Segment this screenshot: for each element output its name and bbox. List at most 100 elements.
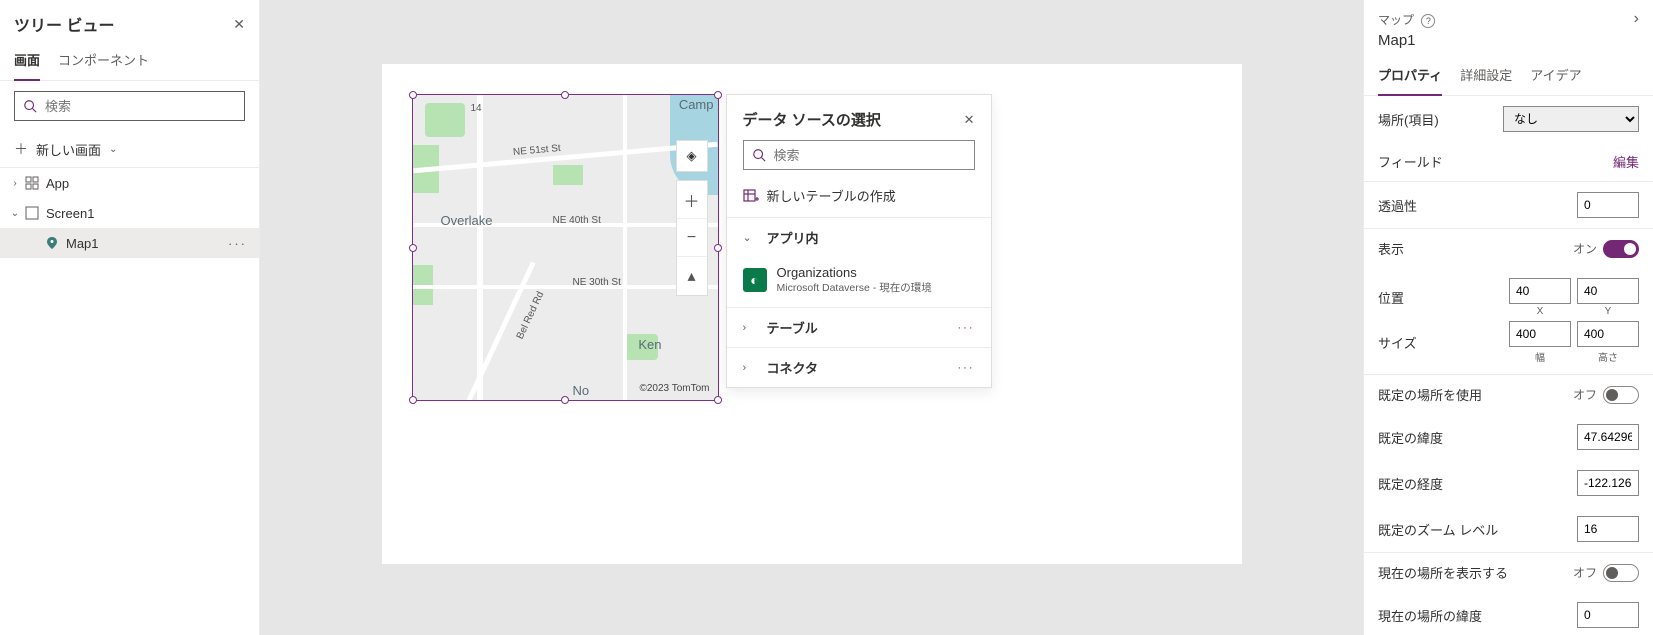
size-w-input[interactable] — [1509, 321, 1571, 347]
artboard-screen1[interactable]: Camp NE 51st St NE 40th St NE 30th St Be… — [382, 64, 1242, 564]
canvas[interactable]: Camp NE 51st St NE 40th St NE 30th St Be… — [260, 0, 1363, 635]
prop-label-default-zoom: 既定のズーム レベル — [1378, 520, 1498, 539]
prop-label-location-items: 場所(項目) — [1378, 110, 1439, 129]
close-icon[interactable]: ✕ — [233, 16, 245, 33]
map-attribution: ©2023 TomTom — [640, 383, 710, 394]
prop-label-transparency: 透過性 — [1378, 196, 1417, 215]
map-control-selected[interactable]: Camp NE 51st St NE 40th St NE 30th St Be… — [412, 94, 719, 401]
zoom-out-button[interactable]: − — [677, 219, 707, 257]
edit-fields-link[interactable]: 編集 — [1613, 152, 1639, 171]
section-tables[interactable]: › テーブル ··· — [727, 308, 991, 347]
more-icon[interactable]: ··· — [958, 362, 975, 374]
tree-node-app[interactable]: › App — [0, 168, 259, 198]
prop-label-position: 位置 — [1378, 288, 1404, 307]
prop-label-current-lat: 現在の場所の緯度 — [1378, 606, 1482, 625]
tab-advanced[interactable]: 詳細設定 — [1460, 59, 1512, 95]
prop-label-default-lng: 既定の経度 — [1378, 474, 1443, 493]
new-table-button[interactable]: 新しいテーブルの作成 — [727, 180, 991, 217]
tree-view-panel: ツリー ビュー ✕ 画面 コンポーネント ＋ 新しい画面 ⌄ › App ⌄ S… — [0, 0, 260, 635]
locate-icon[interactable]: ◈ — [676, 140, 708, 172]
section-connectors[interactable]: › コネクタ ··· — [727, 348, 991, 387]
prop-label-show-current: 現在の場所を表示する — [1378, 563, 1508, 582]
tab-screens[interactable]: 画面 — [14, 44, 40, 81]
chevron-down-icon: ⌄ — [743, 231, 757, 244]
resize-handle[interactable] — [714, 244, 722, 252]
plus-icon: ＋ — [14, 139, 28, 159]
chevron-down-icon: ⌄ — [8, 208, 22, 219]
toggle-state-text: オフ — [1573, 386, 1597, 403]
resize-handle[interactable] — [409, 396, 417, 404]
data-source-popup: データ ソースの選択 ✕ 新しいテーブルの作成 ⌄ アプリ内 ◐ — [726, 94, 992, 388]
tree-search[interactable] — [14, 91, 245, 121]
map-street-label: NE 30th St — [573, 277, 621, 288]
tree-label: Screen1 — [46, 206, 251, 221]
current-lat-input[interactable] — [1577, 602, 1639, 628]
dataverse-icon: ◐ — [743, 268, 767, 292]
tree-search-input[interactable] — [37, 99, 236, 114]
default-zoom-input[interactable] — [1577, 516, 1639, 542]
prop-label-default-lat: 既定の緯度 — [1378, 428, 1443, 447]
map-zoom-controls: ＋ − ▴ — [676, 180, 708, 296]
axis-label: Y — [1605, 306, 1612, 317]
axis-label: X — [1537, 306, 1544, 317]
resize-handle[interactable] — [714, 91, 722, 99]
item-sub: Microsoft Dataverse - 現在の環境 — [777, 280, 932, 295]
resize-handle[interactable] — [409, 244, 417, 252]
show-current-toggle[interactable] — [1603, 564, 1639, 582]
tab-components[interactable]: コンポーネント — [58, 44, 149, 80]
resize-handle[interactable] — [561, 396, 569, 404]
chevron-right-icon[interactable]: › — [1634, 10, 1639, 28]
tree-label: Map1 — [66, 236, 224, 251]
default-lng-input[interactable] — [1577, 470, 1639, 496]
tree-node-map[interactable]: Map1 ··· — [0, 228, 259, 258]
app-icon — [24, 175, 40, 191]
visible-toggle[interactable] — [1603, 240, 1639, 258]
control-type-label: マップ — [1378, 13, 1414, 27]
position-y-input[interactable] — [1577, 278, 1639, 304]
toggle-state-text: オン — [1573, 240, 1597, 257]
data-source-search[interactable] — [743, 140, 975, 170]
map-tiles: Camp NE 51st St NE 40th St NE 30th St Be… — [413, 95, 718, 400]
chevron-down-icon: ⌄ — [109, 144, 117, 155]
zoom-in-button[interactable]: ＋ — [677, 181, 707, 219]
properties-panel: マップ ? › Map1 プロパティ 詳細設定 アイデア 場所(項目) なし フ… — [1363, 0, 1653, 635]
data-source-title: データ ソースの選択 — [743, 109, 881, 130]
prop-label-visible: 表示 — [1378, 239, 1404, 258]
tree-node-screen[interactable]: ⌄ Screen1 — [0, 198, 259, 228]
section-label: アプリ内 — [767, 228, 975, 247]
new-table-label: 新しいテーブルの作成 — [767, 186, 896, 205]
screen-icon — [24, 205, 40, 221]
size-h-input[interactable] — [1577, 321, 1639, 347]
search-icon — [752, 148, 766, 162]
chevron-right-icon: › — [743, 362, 757, 374]
data-source-search-input[interactable] — [766, 148, 966, 163]
resize-handle[interactable] — [409, 91, 417, 99]
prop-label-size: サイズ — [1378, 333, 1417, 352]
search-icon — [23, 99, 37, 113]
item-name: Organizations — [777, 265, 932, 280]
tab-ideas[interactable]: アイデア — [1530, 59, 1581, 95]
toggle-state-text: オフ — [1573, 564, 1597, 581]
section-label: コネクタ — [767, 358, 948, 377]
resize-handle[interactable] — [714, 396, 722, 404]
pitch-button[interactable]: ▴ — [677, 257, 707, 295]
map-area-label: No — [573, 383, 590, 398]
more-icon[interactable]: ··· — [958, 322, 975, 334]
section-label: テーブル — [767, 318, 948, 337]
chevron-right-icon: › — [8, 178, 22, 189]
close-icon[interactable]: ✕ — [964, 112, 975, 128]
tab-properties[interactable]: プロパティ — [1378, 59, 1442, 96]
default-lat-input[interactable] — [1577, 424, 1639, 450]
tree-view-title: ツリー ビュー — [14, 12, 114, 36]
use-default-location-toggle[interactable] — [1603, 386, 1639, 404]
section-in-app[interactable]: ⌄ アプリ内 — [727, 218, 991, 257]
map-route-label: 14 — [471, 103, 482, 114]
data-source-item-organizations[interactable]: ◐ Organizations Microsoft Dataverse - 現在… — [727, 257, 991, 307]
resize-handle[interactable] — [561, 91, 569, 99]
location-items-select[interactable]: なし — [1503, 106, 1639, 132]
transparency-input[interactable] — [1577, 192, 1639, 218]
more-icon[interactable]: ··· — [224, 236, 251, 251]
help-icon[interactable]: ? — [1421, 14, 1435, 28]
new-screen-button[interactable]: ＋ 新しい画面 ⌄ — [0, 131, 259, 167]
position-x-input[interactable] — [1509, 278, 1571, 304]
